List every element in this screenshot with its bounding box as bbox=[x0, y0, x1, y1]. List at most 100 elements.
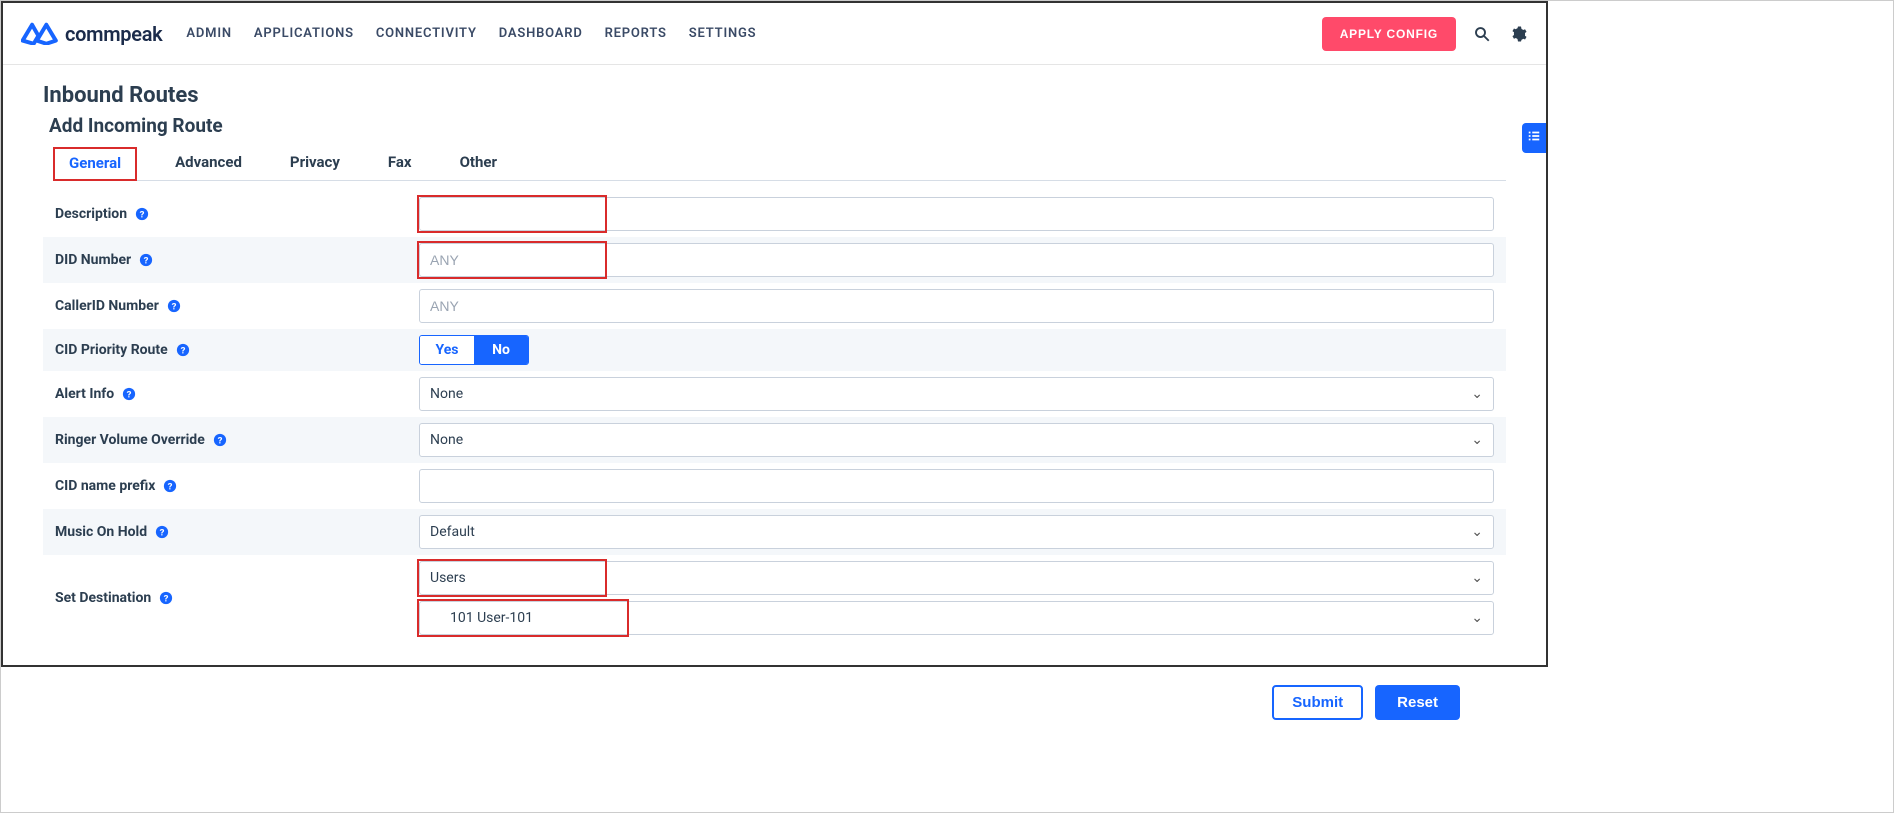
ctrl-alert-info: None ⌄ bbox=[419, 377, 1506, 411]
tab-privacy[interactable]: Privacy bbox=[280, 147, 350, 180]
nav-dashboard[interactable]: DASHBOARD bbox=[499, 26, 583, 41]
destination-type-select[interactable]: Users ⌄ bbox=[419, 561, 1494, 595]
content: Inbound Routes Add Incoming Route Genera… bbox=[3, 65, 1546, 744]
tab-other[interactable]: Other bbox=[450, 147, 507, 180]
nav-admin[interactable]: ADMIN bbox=[186, 26, 231, 41]
label-text-moh: Music On Hold bbox=[55, 524, 147, 540]
help-icon[interactable]: ? bbox=[122, 387, 136, 401]
help-icon[interactable]: ? bbox=[167, 299, 181, 313]
cid-name-prefix-input[interactable] bbox=[419, 469, 1494, 503]
nav-connectivity[interactable]: CONNECTIVITY bbox=[376, 26, 477, 41]
label-cid-name-prefix: CID name prefix ? bbox=[43, 478, 419, 494]
ctrl-music-on-hold: Default ⌄ bbox=[419, 515, 1506, 549]
svg-text:?: ? bbox=[168, 482, 173, 493]
label-set-destination: Set Destination ? bbox=[43, 590, 419, 606]
label-text-cid-name-prefix: CID name prefix bbox=[55, 478, 155, 494]
toggle-no[interactable]: No bbox=[474, 336, 528, 364]
description-input[interactable] bbox=[419, 197, 1494, 231]
label-text-ringer-volume: Ringer Volume Override bbox=[55, 432, 205, 448]
side-list-tab[interactable] bbox=[1522, 123, 1546, 153]
ctrl-cid-name-prefix bbox=[419, 469, 1506, 503]
ctrl-did-number bbox=[419, 243, 1506, 277]
select-value: Users bbox=[430, 570, 466, 586]
reset-button[interactable]: Reset bbox=[1375, 685, 1460, 720]
chevron-down-icon: ⌄ bbox=[1471, 524, 1483, 540]
destination-target-select[interactable]: 101 User-101 ⌄ bbox=[419, 601, 1494, 635]
select-value: Default bbox=[430, 524, 475, 540]
header: commpeak ADMIN APPLICATIONS CONNECTIVITY… bbox=[3, 3, 1546, 65]
help-icon[interactable]: ? bbox=[176, 343, 190, 357]
help-icon[interactable]: ? bbox=[163, 479, 177, 493]
svg-text:?: ? bbox=[164, 594, 169, 605]
label-text-cid-priority: CID Priority Route bbox=[55, 342, 168, 358]
search-icon[interactable] bbox=[1472, 24, 1492, 44]
submit-button[interactable]: Submit bbox=[1272, 685, 1363, 720]
toggle-yes[interactable]: Yes bbox=[420, 336, 474, 364]
gear-icon[interactable] bbox=[1508, 24, 1528, 44]
nav-settings[interactable]: SETTINGS bbox=[689, 26, 757, 41]
row-callerid: CallerID Number ? bbox=[43, 283, 1506, 329]
app-window: commpeak ADMIN APPLICATIONS CONNECTIVITY… bbox=[1, 1, 1548, 667]
help-icon[interactable]: ? bbox=[139, 253, 153, 267]
row-cid-priority: CID Priority Route ? Yes No bbox=[43, 329, 1506, 371]
label-music-on-hold: Music On Hold ? bbox=[43, 524, 419, 540]
ctrl-set-destination: Users ⌄ 101 User-101 ⌄ bbox=[419, 561, 1506, 635]
cid-priority-toggle[interactable]: Yes No bbox=[419, 335, 529, 365]
svg-text:?: ? bbox=[127, 390, 132, 401]
apply-config-button[interactable]: APPLY CONFIG bbox=[1322, 17, 1456, 51]
nav-applications[interactable]: APPLICATIONS bbox=[254, 26, 354, 41]
callerid-number-input[interactable] bbox=[419, 289, 1494, 323]
label-alert-info: Alert Info ? bbox=[43, 386, 419, 402]
form: Description ? DID Number ? bbox=[43, 191, 1506, 641]
music-on-hold-select[interactable]: Default ⌄ bbox=[419, 515, 1494, 549]
select-value: None bbox=[430, 386, 463, 402]
select-value: 101 User-101 bbox=[430, 610, 533, 626]
tab-advanced[interactable]: Advanced bbox=[165, 147, 252, 180]
chevron-down-icon: ⌄ bbox=[1471, 386, 1483, 402]
help-icon[interactable]: ? bbox=[135, 207, 149, 221]
tab-general[interactable]: General bbox=[53, 147, 137, 181]
row-ringer-volume: Ringer Volume Override ? None ⌄ bbox=[43, 417, 1506, 463]
ringer-volume-select[interactable]: None ⌄ bbox=[419, 423, 1494, 457]
tab-fax[interactable]: Fax bbox=[378, 147, 422, 180]
label-text-did: DID Number bbox=[55, 252, 131, 268]
help-icon[interactable]: ? bbox=[155, 525, 169, 539]
tabs: General Advanced Privacy Fax Other bbox=[53, 147, 1506, 181]
ctrl-description bbox=[419, 197, 1506, 231]
label-text-description: Description bbox=[55, 206, 127, 222]
page-title: Inbound Routes bbox=[43, 83, 1506, 108]
svg-text:?: ? bbox=[140, 210, 145, 221]
help-icon[interactable]: ? bbox=[213, 433, 227, 447]
row-did-number: DID Number ? bbox=[43, 237, 1506, 283]
brand-logo[interactable]: commpeak bbox=[21, 20, 162, 48]
row-description: Description ? bbox=[43, 191, 1506, 237]
row-set-destination: Set Destination ? Users ⌄ 101 User-101 bbox=[43, 555, 1506, 641]
label-ringer-volume: Ringer Volume Override ? bbox=[43, 432, 419, 448]
row-cid-name-prefix: CID name prefix ? bbox=[43, 463, 1506, 509]
label-text-alert-info: Alert Info bbox=[55, 386, 114, 402]
row-music-on-hold: Music On Hold ? Default ⌄ bbox=[43, 509, 1506, 555]
logo-icon bbox=[21, 20, 59, 48]
ctrl-ringer-volume: None ⌄ bbox=[419, 423, 1506, 457]
page-subtitle: Add Incoming Route bbox=[49, 114, 1506, 137]
label-description: Description ? bbox=[43, 206, 419, 222]
nav-reports[interactable]: REPORTS bbox=[605, 26, 667, 41]
chevron-down-icon: ⌄ bbox=[1471, 610, 1483, 626]
label-callerid: CallerID Number ? bbox=[43, 298, 419, 314]
help-icon[interactable]: ? bbox=[159, 591, 173, 605]
select-value: None bbox=[430, 432, 463, 448]
form-buttons: Submit Reset bbox=[43, 685, 1506, 720]
svg-text:?: ? bbox=[171, 302, 176, 313]
chevron-down-icon: ⌄ bbox=[1471, 570, 1483, 586]
svg-text:?: ? bbox=[217, 436, 222, 447]
brand-name: commpeak bbox=[65, 22, 162, 46]
alert-info-select[interactable]: None ⌄ bbox=[419, 377, 1494, 411]
header-right: APPLY CONFIG bbox=[1322, 17, 1528, 51]
label-did-number: DID Number ? bbox=[43, 252, 419, 268]
svg-text:?: ? bbox=[180, 346, 185, 357]
list-icon bbox=[1527, 129, 1541, 147]
row-alert-info: Alert Info ? None ⌄ bbox=[43, 371, 1506, 417]
ctrl-callerid bbox=[419, 289, 1506, 323]
label-text-callerid: CallerID Number bbox=[55, 298, 159, 314]
did-number-input[interactable] bbox=[419, 243, 1494, 277]
